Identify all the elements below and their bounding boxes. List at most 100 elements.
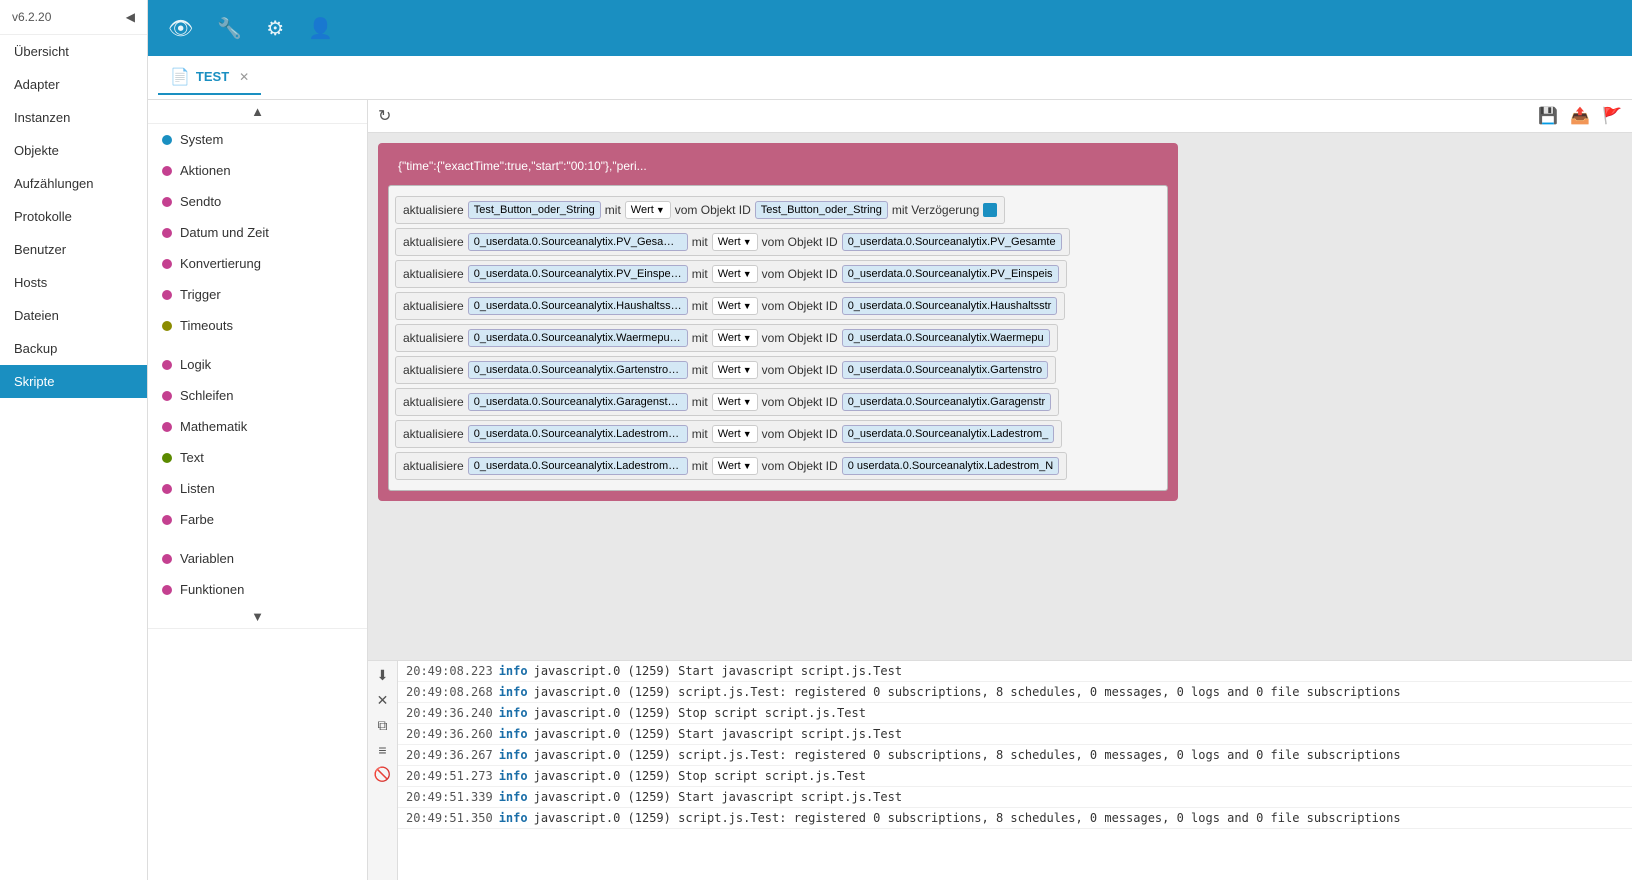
scroll-down-btn[interactable]: ▼ — [148, 605, 367, 629]
category-item-funktionen[interactable]: Funktionen — [148, 574, 367, 605]
tab-doc-icon: 📄 — [170, 67, 190, 87]
category-label: Mathematik — [180, 419, 247, 434]
block-keyword: mit — [692, 395, 708, 409]
sidebar-item-adapter[interactable]: Adapter — [0, 68, 147, 101]
sidebar-item-übersicht[interactable]: Übersicht — [0, 35, 147, 68]
log-level: info — [499, 748, 528, 762]
block-dropdown[interactable]: Wert ▼ — [712, 265, 758, 283]
visual-editor[interactable]: {"time":{"exactTime":true,"start":"00:10… — [368, 133, 1632, 660]
log-message: javascript.0 (1259) Stop script script.j… — [534, 769, 866, 783]
block-dropdown[interactable]: Wert ▼ — [625, 201, 671, 219]
category-item-system[interactable]: System — [148, 124, 367, 155]
tab-test[interactable]: 📄 TEST ✕ — [158, 61, 261, 95]
action-block[interactable]: aktualisiere0_userdata.0.Sourceanalytix.… — [395, 292, 1065, 320]
sidebar-item-aufzählungen[interactable]: Aufzählungen — [0, 167, 147, 200]
category-item-variablen[interactable]: Variablen — [148, 543, 367, 574]
log-row: 20:49:51.350infojavascript.0 (1259) scri… — [398, 808, 1632, 829]
log-timestamp: 20:49:36.267 — [406, 748, 493, 762]
category-dot — [162, 290, 172, 300]
action-block[interactable]: aktualisiereTest_Button_oder_StringmitWe… — [395, 196, 1005, 224]
action-block[interactable]: aktualisiere0_userdata.0.Sourceanalytix.… — [395, 356, 1056, 384]
block-keyword: vom Objekt ID — [762, 427, 838, 441]
block-keyword: aktualisiere — [403, 267, 464, 281]
sidebar-collapse-btn[interactable]: ◀ — [126, 10, 135, 24]
tab-close-btn[interactable]: ✕ — [239, 70, 249, 84]
block-keyword: aktualisiere — [403, 235, 464, 249]
block-keyword: mit — [692, 299, 708, 313]
tools-icon[interactable]: 🔧 — [217, 16, 242, 41]
sidebar-item-objekte[interactable]: Objekte — [0, 134, 147, 167]
block-checkbox[interactable] — [983, 203, 997, 217]
category-dot — [162, 585, 172, 595]
category-label: Trigger — [180, 287, 221, 302]
action-block[interactable]: aktualisiere0_userdata.0.Sourceanalytix.… — [395, 324, 1058, 352]
category-item-listen[interactable]: Listen — [148, 473, 367, 504]
category-item-farbe[interactable]: Farbe — [148, 504, 367, 535]
category-item-text[interactable]: Text — [148, 442, 367, 473]
view-icon[interactable]: 👁 — [168, 16, 193, 41]
category-label: Farbe — [180, 512, 214, 527]
category-item-konvertierung[interactable]: Konvertierung — [148, 248, 367, 279]
category-item-mathematik[interactable]: Mathematik — [148, 411, 367, 442]
script-toolbar: ↻ 💾 📤 🚩 — [368, 100, 1632, 133]
log-copy-btn[interactable]: ⧉ — [378, 717, 388, 734]
block-dropdown[interactable]: Wert ▼ — [712, 425, 758, 443]
log-message: javascript.0 (1259) script.js.Test: regi… — [534, 748, 1401, 762]
sidebar-item-hosts[interactable]: Hosts — [0, 266, 147, 299]
action-block[interactable]: aktualisiere0_userdata.0.Sourceanalytix.… — [395, 420, 1062, 448]
sidebar-item-instanzen[interactable]: Instanzen — [0, 101, 147, 134]
block-dropdown[interactable]: Wert ▼ — [712, 297, 758, 315]
save-btn[interactable]: 💾 — [1538, 106, 1558, 126]
category-item-logik[interactable]: Logik — [148, 349, 367, 380]
log-menu-btn[interactable]: ≡ — [378, 742, 386, 758]
category-item-aktionen[interactable]: Aktionen — [148, 155, 367, 186]
flag-btn[interactable]: 🚩 — [1602, 106, 1622, 126]
category-item-trigger[interactable]: Trigger — [148, 279, 367, 310]
category-item-sendto[interactable]: Sendto — [148, 186, 367, 217]
block-dropdown[interactable]: Wert ▼ — [712, 393, 758, 411]
action-block[interactable]: aktualisiere0_userdata.0.Sourceanalytix.… — [395, 260, 1067, 288]
user-icon[interactable]: 👤 — [308, 16, 333, 41]
block-keyword: vom Objekt ID — [762, 267, 838, 281]
category-label: Datum und Zeit — [180, 225, 269, 240]
action-block-row: aktualisiere0_userdata.0.Sourceanalytix.… — [395, 420, 1161, 448]
log-level: info — [499, 706, 528, 720]
export-btn[interactable]: 📤 — [1570, 106, 1590, 126]
log-disable-btn[interactable]: 🚫 — [374, 766, 391, 783]
settings-icon[interactable]: ⚙ — [266, 16, 284, 41]
block-keyword: mit — [692, 331, 708, 345]
block-keyword: mit — [605, 203, 621, 217]
block-dropdown[interactable]: Wert ▼ — [712, 233, 758, 251]
block-id: 0_userdata.0.Sourceanalytix.Garagenstr — [842, 393, 1052, 411]
sidebar-item-protokolle[interactable]: Protokolle — [0, 200, 147, 233]
action-block[interactable]: aktualisiere0_userdata.0.Sourceanalytix.… — [395, 452, 1067, 480]
category-item-schleifen[interactable]: Schleifen — [148, 380, 367, 411]
block-dropdown[interactable]: Wert ▼ — [712, 361, 758, 379]
sidebar-item-dateien[interactable]: Dateien — [0, 299, 147, 332]
block-id: 0_userdata.0.Sourceanalytix.Haushaltsstr — [842, 297, 1058, 315]
category-item-timeouts[interactable]: Timeouts — [148, 310, 367, 341]
block-dropdown[interactable]: Wert ▼ — [712, 457, 758, 475]
block-keyword: vom Objekt ID — [675, 203, 751, 217]
action-block[interactable]: aktualisiere0_userdata.0.Sourceanalytix.… — [395, 228, 1070, 256]
sidebar-item-backup[interactable]: Backup — [0, 332, 147, 365]
sidebar-item-benutzer[interactable]: Benutzer — [0, 233, 147, 266]
block-dropdown[interactable]: Wert ▼ — [712, 329, 758, 347]
block-keyword: vom Objekt ID — [762, 363, 838, 377]
log-level: info — [499, 664, 528, 678]
block-keyword: vom Objekt ID — [762, 331, 838, 345]
log-download-btn[interactable]: ⬇ — [377, 667, 389, 684]
log-message: javascript.0 (1259) Stop script script.j… — [534, 706, 866, 720]
sidebar-item-skripte[interactable]: Skripte — [0, 365, 147, 398]
log-clear-btn[interactable]: ✕ — [377, 692, 389, 709]
block-keyword: aktualisiere — [403, 203, 464, 217]
category-label: System — [180, 132, 223, 147]
action-block[interactable]: aktualisiere0_userdata.0.Sourceanalytix.… — [395, 388, 1059, 416]
category-item-datum-und-zeit[interactable]: Datum und Zeit — [148, 217, 367, 248]
trigger-block[interactable]: {"time":{"exactTime":true,"start":"00:10… — [388, 153, 728, 179]
refresh-btn[interactable]: ↻ — [378, 106, 391, 126]
block-keyword: mit — [692, 427, 708, 441]
category-dot — [162, 166, 172, 176]
block-keyword: mit — [692, 235, 708, 249]
scroll-up-btn[interactable]: ▲ — [148, 100, 367, 124]
